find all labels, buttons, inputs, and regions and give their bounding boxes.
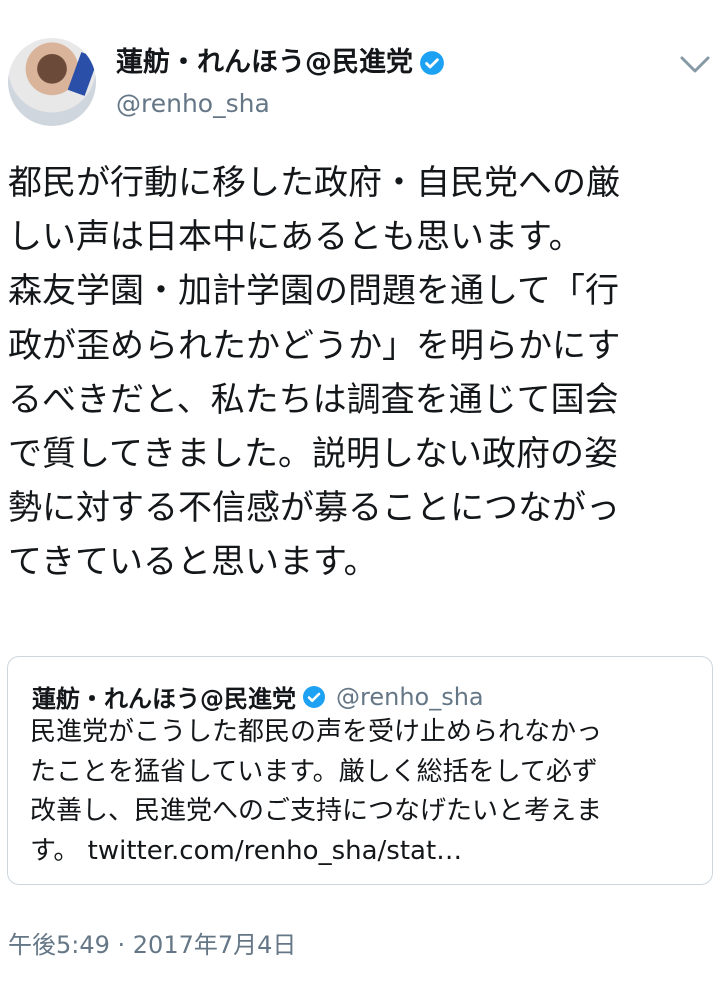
tweet-timestamp[interactable]: 午後5:49 · 2017年7月4日 — [8, 930, 296, 960]
quoted-tweet-header: 蓮舫・れんほう@民進党 @renho_sha — [32, 679, 484, 714]
quoted-line: 民進党がこうした都民の声を受け止められなかっ — [30, 717, 603, 747]
author-display-name[interactable]: 蓮舫・れんほう@民進党 — [116, 46, 413, 80]
tweet-line: しい声は日本中にあるとも思います。 — [8, 217, 583, 258]
quoted-author-name: 蓮舫・れんほう@民進党 — [32, 685, 296, 713]
quoted-author-handle: @renho_sha — [336, 682, 484, 711]
quoted-line: す。 twitter.com/renho_sha/stat… — [30, 835, 463, 866]
tweet-line: 森友学園・加計学園の問題を通して「行 — [8, 271, 619, 312]
tweet-line: で質してきました。説明しない政府の姿 — [8, 434, 618, 475]
tweet-line: 勢に対する不信感が募ることにつながっ — [8, 488, 620, 529]
tweet-line: てきていると思います。 — [8, 542, 378, 583]
author-name-row[interactable]: 蓮舫・れんほう@民進党 — [116, 46, 445, 80]
author-handle[interactable]: @renho_sha — [116, 88, 270, 120]
tweet-line: るべきだと、私たちは調査を通じて国会 — [8, 379, 619, 420]
verified-badge-icon — [420, 51, 444, 75]
tweet-text: 都民が行動に移した政府・自民党への厳 しい声は日本中にあるとも思います。 森友学… — [8, 156, 708, 590]
verified-badge-icon — [303, 685, 325, 708]
chevron-down-icon[interactable] — [678, 52, 712, 76]
quoted-line: 改善し、民進党へのご支持につなげたいと考えま — [30, 796, 603, 826]
avatar[interactable] — [8, 38, 96, 126]
tweet-line: 政が歪められたかどうか」を明らかにす — [8, 325, 621, 366]
quoted-tweet-text: 民進党がこうした都民の声を受け止められなかっ たことを猛省しています。厳しく総括… — [30, 713, 710, 871]
quoted-tweet-card[interactable]: 蓮舫・れんほう@民進党 @renho_sha 民進党がこうした都民の声を受け止め… — [7, 656, 713, 885]
quoted-line: たことを猛省しています。厳しく総括をして必ず — [30, 756, 598, 787]
tweet-line: 都民が行動に移した政府・自民党への厳 — [8, 163, 620, 203]
avatar-detail — [67, 52, 96, 96]
